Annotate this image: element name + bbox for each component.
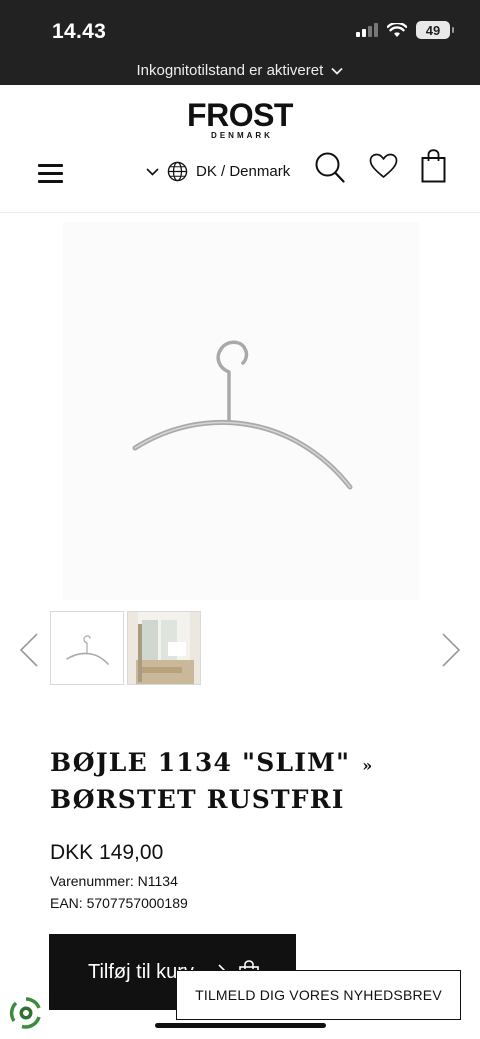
eco-badge[interactable] bbox=[8, 995, 44, 1036]
incognito-bar[interactable]: Inkognitotilstand er aktiveret bbox=[0, 56, 480, 85]
product-price: DKK 149,00 bbox=[50, 841, 164, 864]
shopping-bag-icon bbox=[421, 149, 446, 183]
site-header: FROST DENMARK DK / Denmark bbox=[0, 85, 480, 213]
thumbnail-hanger[interactable] bbox=[50, 611, 124, 685]
signal-icon bbox=[356, 23, 378, 37]
home-indicator bbox=[155, 1023, 326, 1028]
status-bar: 14.43 49 bbox=[0, 0, 480, 56]
gallery-next-button[interactable] bbox=[440, 632, 462, 673]
locale-selector[interactable]: DK / Denmark bbox=[146, 161, 290, 182]
chevron-left-icon bbox=[19, 633, 38, 667]
product-title-separator: » bbox=[362, 756, 373, 775]
search-icon bbox=[315, 152, 345, 183]
globe-icon bbox=[167, 161, 188, 182]
room-thumbnail-image bbox=[128, 612, 200, 684]
search-button[interactable] bbox=[315, 152, 345, 188]
product-ean: EAN: 5707757000189 bbox=[50, 895, 188, 911]
product-main-image[interactable] bbox=[63, 222, 419, 600]
logo-sub: DENMARK bbox=[211, 131, 273, 140]
logo[interactable]: FROST DENMARK bbox=[0, 99, 480, 141]
incognito-text: Inkognitotilstand er aktiveret bbox=[136, 62, 324, 79]
product-title: BØJLE 1134 "SLIM" » BØRSTET RUSTFRI bbox=[50, 746, 450, 817]
hanger-thumbnail-image bbox=[66, 635, 109, 665]
menu-icon-bar bbox=[38, 172, 63, 175]
heart-icon bbox=[369, 153, 398, 178]
locale-label: DK / Denmark bbox=[196, 163, 291, 180]
product-title-line2: BØRSTET RUSTFRI bbox=[50, 785, 345, 814]
status-time: 14.43 bbox=[52, 20, 107, 43]
gallery-prev-button[interactable] bbox=[18, 632, 40, 673]
chevron-right-icon bbox=[442, 633, 461, 667]
menu-icon-bar bbox=[38, 164, 63, 167]
thumbnail-room[interactable] bbox=[127, 611, 201, 685]
menu-icon-bar bbox=[38, 180, 63, 183]
menu-button[interactable] bbox=[38, 164, 63, 186]
wifi-icon bbox=[387, 22, 407, 37]
product-title-line1: BØJLE 1134 "SLIM" bbox=[50, 748, 351, 777]
logo-main: FROST bbox=[187, 97, 293, 133]
newsletter-signup-button[interactable]: TILMELD DIG VORES NYHEDSBREV bbox=[176, 970, 461, 1020]
cart-button[interactable] bbox=[421, 149, 446, 188]
chevron-down-icon bbox=[331, 67, 344, 75]
chevron-down-icon bbox=[146, 167, 159, 176]
recycle-icon bbox=[9, 997, 42, 1029]
wishlist-button[interactable] bbox=[369, 153, 398, 184]
product-sku: Varenummer: N1134 bbox=[50, 873, 178, 889]
hanger-illustration bbox=[132, 340, 353, 490]
status-icons: 49 bbox=[356, 21, 454, 39]
battery-icon: 49 bbox=[416, 21, 454, 39]
